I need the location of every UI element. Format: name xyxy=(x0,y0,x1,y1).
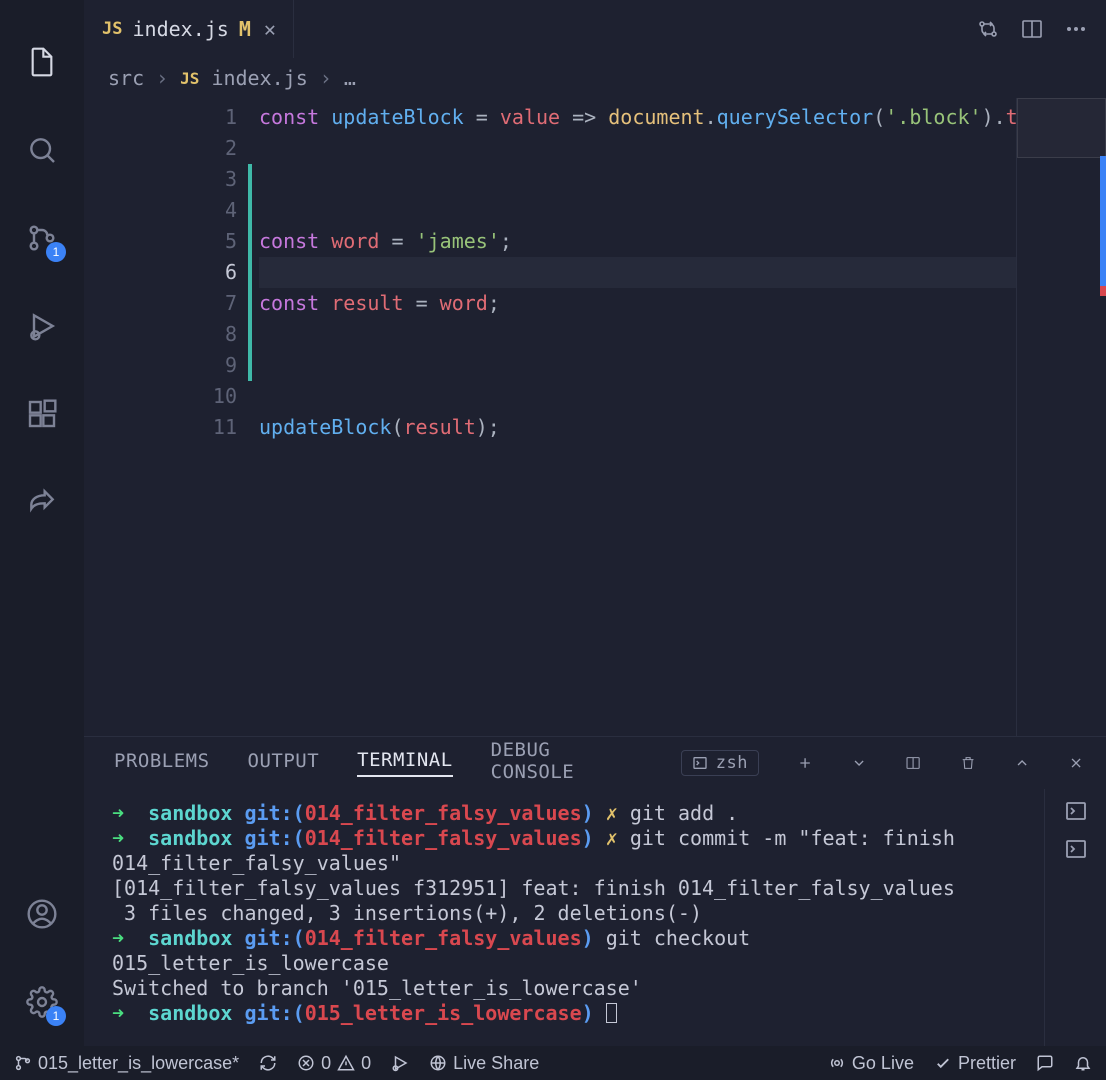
more-icon[interactable] xyxy=(1064,17,1088,41)
editor-group: JS index.js M ✕ src › JS index.js › … 12… xyxy=(84,0,1106,1046)
status-bar: 015_letter_is_lowercase* 0 0 Live Share … xyxy=(0,1046,1106,1080)
editor-actions xyxy=(976,0,1106,58)
code-area[interactable]: const updateBlock = value => document.qu… xyxy=(259,98,1016,736)
editor[interactable]: 1234567891011 const updateBlock = value … xyxy=(84,98,1106,736)
close-panel-icon[interactable] xyxy=(1068,752,1084,774)
chevron-up-icon[interactable] xyxy=(1014,752,1030,774)
live-share-label: Live Share xyxy=(453,1053,539,1074)
line-gutter: 1234567891011 xyxy=(84,98,259,736)
split-editor-icon[interactable] xyxy=(1020,17,1044,41)
chevron-right-icon: › xyxy=(320,66,332,90)
run-debug-icon[interactable] xyxy=(0,282,84,370)
status-go-live[interactable]: Go Live xyxy=(828,1053,914,1074)
shell-name: zsh xyxy=(716,753,748,773)
search-icon[interactable] xyxy=(0,106,84,194)
new-terminal-icon[interactable] xyxy=(797,752,813,774)
scm-badge: 1 xyxy=(46,242,66,262)
overview-modified xyxy=(1100,156,1106,286)
terminal-output[interactable]: ➜ sandbox git:(014_filter_falsy_values) … xyxy=(84,789,1044,1046)
extensions-icon[interactable] xyxy=(0,370,84,458)
terminal-instance-icon[interactable] xyxy=(1064,837,1088,861)
breadcrumb-filename: index.js xyxy=(211,66,307,90)
js-file-icon: JS xyxy=(180,69,199,88)
tab-problems[interactable]: PROBLEMS xyxy=(114,750,210,776)
status-bell-icon[interactable] xyxy=(1074,1054,1092,1072)
terminal-instance-icon[interactable] xyxy=(1064,799,1088,823)
minimap-viewport[interactable] xyxy=(1017,98,1106,158)
tabs-row: JS index.js M ✕ xyxy=(84,0,1106,58)
terminal-shell-selector[interactable]: zsh xyxy=(681,750,759,776)
explorer-icon[interactable] xyxy=(0,18,84,106)
terminal-side xyxy=(1044,789,1106,1046)
tab-index-js[interactable]: JS index.js M ✕ xyxy=(84,0,294,58)
status-branch[interactable]: 015_letter_is_lowercase* xyxy=(14,1053,239,1074)
breadcrumb[interactable]: src › JS index.js › … xyxy=(84,58,1106,98)
tab-debug-console[interactable]: DEBUG CONSOLE xyxy=(491,739,605,787)
status-sync-icon[interactable] xyxy=(259,1054,277,1072)
breadcrumb-trailing: … xyxy=(344,66,356,90)
status-live-share[interactable]: Live Share xyxy=(429,1053,539,1074)
status-problems[interactable]: 0 0 xyxy=(297,1053,371,1074)
status-debug-icon[interactable] xyxy=(391,1054,409,1072)
tab-output[interactable]: OUTPUT xyxy=(248,750,320,776)
chevron-right-icon: › xyxy=(156,66,168,90)
panel-tabs: PROBLEMS OUTPUT TERMINAL DEBUG CONSOLE z… xyxy=(84,737,1106,789)
error-count: 0 xyxy=(321,1053,331,1074)
branch-name: 015_letter_is_lowercase* xyxy=(38,1053,239,1074)
modified-indicator: M xyxy=(239,17,251,41)
split-terminal-icon[interactable] xyxy=(905,752,921,774)
overview-error xyxy=(1100,286,1106,296)
status-feedback-icon[interactable] xyxy=(1036,1054,1054,1072)
chevron-down-icon[interactable] xyxy=(851,752,867,774)
settings-gear-icon[interactable]: 1 xyxy=(0,958,84,1046)
minimap[interactable] xyxy=(1016,98,1106,736)
settings-badge: 1 xyxy=(46,1006,66,1026)
panel: PROBLEMS OUTPUT TERMINAL DEBUG CONSOLE z… xyxy=(84,736,1106,1046)
status-prettier[interactable]: Prettier xyxy=(934,1053,1016,1074)
account-icon[interactable] xyxy=(0,870,84,958)
js-file-icon: JS xyxy=(102,19,122,39)
trash-icon[interactable] xyxy=(960,752,976,774)
activity-bar: 1 1 xyxy=(0,0,84,1046)
close-icon[interactable]: ✕ xyxy=(261,17,279,41)
tab-terminal[interactable]: TERMINAL xyxy=(357,749,453,777)
go-live-label: Go Live xyxy=(852,1053,914,1074)
share-icon[interactable] xyxy=(0,458,84,546)
prettier-label: Prettier xyxy=(958,1053,1016,1074)
warning-count: 0 xyxy=(361,1053,371,1074)
breadcrumb-folder: src xyxy=(108,66,144,90)
source-control-icon[interactable]: 1 xyxy=(0,194,84,282)
tab-filename: index.js xyxy=(132,17,228,41)
compare-changes-icon[interactable] xyxy=(976,17,1000,41)
